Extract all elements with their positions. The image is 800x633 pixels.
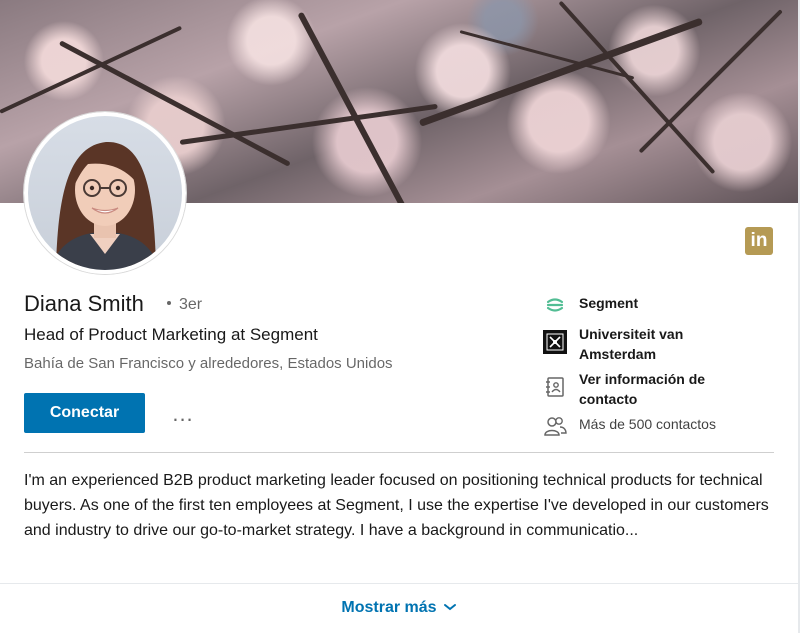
connections-count[interactable]: Más de 500 contactos (543, 414, 749, 438)
more-actions-button[interactable]: ... (166, 402, 200, 426)
contact-info-link[interactable]: Ver información de contacto (543, 369, 749, 409)
segment-logo-icon (543, 293, 567, 317)
connection-degree-label: 3er (179, 296, 203, 313)
linkedin-icon[interactable]: in (745, 227, 773, 255)
profile-name: Diana Smith (24, 291, 144, 316)
people-icon (543, 414, 567, 438)
connections-label: Más de 500 contactos (579, 416, 716, 432)
education-school[interactable]: Universiteit van Amsterdam (543, 324, 749, 364)
contact-info-label: Ver información de contacto (579, 371, 706, 407)
profile-headline: Head of Product Marketing at Segment (24, 325, 318, 344)
school-label: Universiteit van Amsterdam (579, 326, 684, 362)
chevron-down-icon (443, 599, 457, 617)
company-label: Segment (579, 295, 639, 311)
show-more-button[interactable]: Mostrar más (0, 584, 798, 633)
profile-avatar[interactable] (24, 112, 186, 274)
section-divider (24, 452, 774, 453)
connect-button[interactable]: Conectar (24, 393, 145, 433)
profile-summary: I'm an experienced B2B product marketing… (24, 472, 769, 539)
connection-degree: 3er (163, 296, 202, 314)
current-company[interactable]: Segment (543, 293, 749, 317)
show-more-label: Mostrar más (341, 599, 437, 617)
contact-card-icon (543, 375, 567, 399)
profile-card: in Diana Smith 3er Head of Product Marke… (0, 0, 800, 633)
profile-location: Bahía de San Francisco y alrededores, Es… (24, 355, 393, 372)
profile-photo (50, 141, 160, 270)
separator-dot (167, 301, 171, 305)
university-seal-icon (543, 330, 567, 354)
